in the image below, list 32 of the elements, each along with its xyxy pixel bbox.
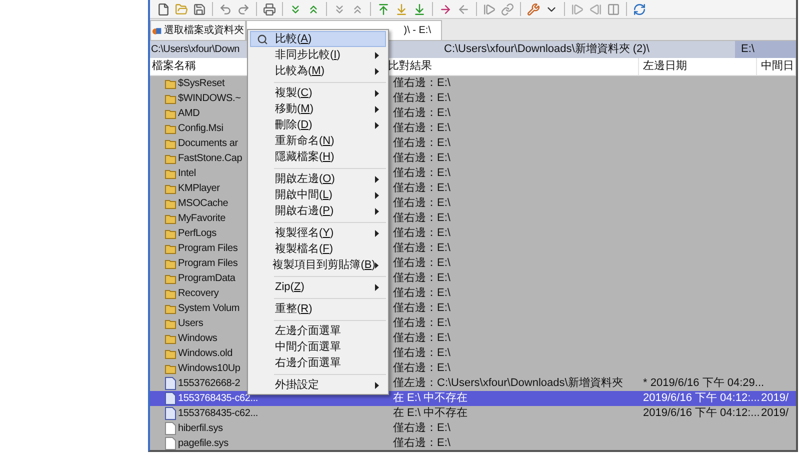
file-name: hiberfil.sys bbox=[178, 422, 223, 436]
file-name: KMPlayer bbox=[178, 182, 220, 196]
file-name: Recovery bbox=[178, 287, 219, 301]
file-name: Intel bbox=[178, 167, 196, 181]
file-name: MSOCache bbox=[178, 197, 228, 211]
file-name: MyFavorite bbox=[178, 212, 226, 226]
path-bar: E:\ bbox=[735, 41, 796, 58]
file-name: Windows10Up bbox=[178, 362, 240, 376]
middle-date: 2019/ bbox=[761, 407, 789, 420]
file-name: Config.Msi bbox=[178, 122, 224, 136]
middle-date: 2019/ bbox=[761, 392, 789, 404]
file-name: pagefile.sys bbox=[178, 437, 228, 450]
file-name: Program Files bbox=[178, 257, 238, 271]
left-date: * 2019/6/16 下午 04:29... bbox=[643, 377, 764, 390]
file-name: $SysReset bbox=[178, 77, 225, 91]
file-name: Documents ar bbox=[178, 137, 238, 151]
file-name: Users bbox=[178, 317, 204, 331]
file-name: Windows bbox=[178, 332, 218, 346]
file-name: $WINDOWS.~ bbox=[178, 92, 241, 106]
file-name: Windows.old bbox=[178, 347, 232, 361]
file-name: 1553762668-2 bbox=[178, 377, 240, 391]
file-name: ProgramData bbox=[178, 272, 236, 286]
file-name: FastStone.Cap bbox=[178, 152, 242, 166]
left-date: 2019/6/16 下午 04:12:... bbox=[643, 407, 760, 420]
file-name: 1553768435-c62... bbox=[178, 407, 258, 421]
left-date: 2019/6/16 下午 04:12:... bbox=[643, 392, 760, 404]
path-text: C:\Users\xfour\Down bbox=[151, 43, 240, 57]
file-name: System Volum bbox=[178, 302, 240, 316]
file-name: AMD bbox=[178, 107, 200, 121]
file-name: PerfLogs bbox=[178, 227, 216, 241]
file-name: Program Files bbox=[178, 242, 238, 256]
file-name: 1553768435-c62... bbox=[178, 392, 258, 406]
